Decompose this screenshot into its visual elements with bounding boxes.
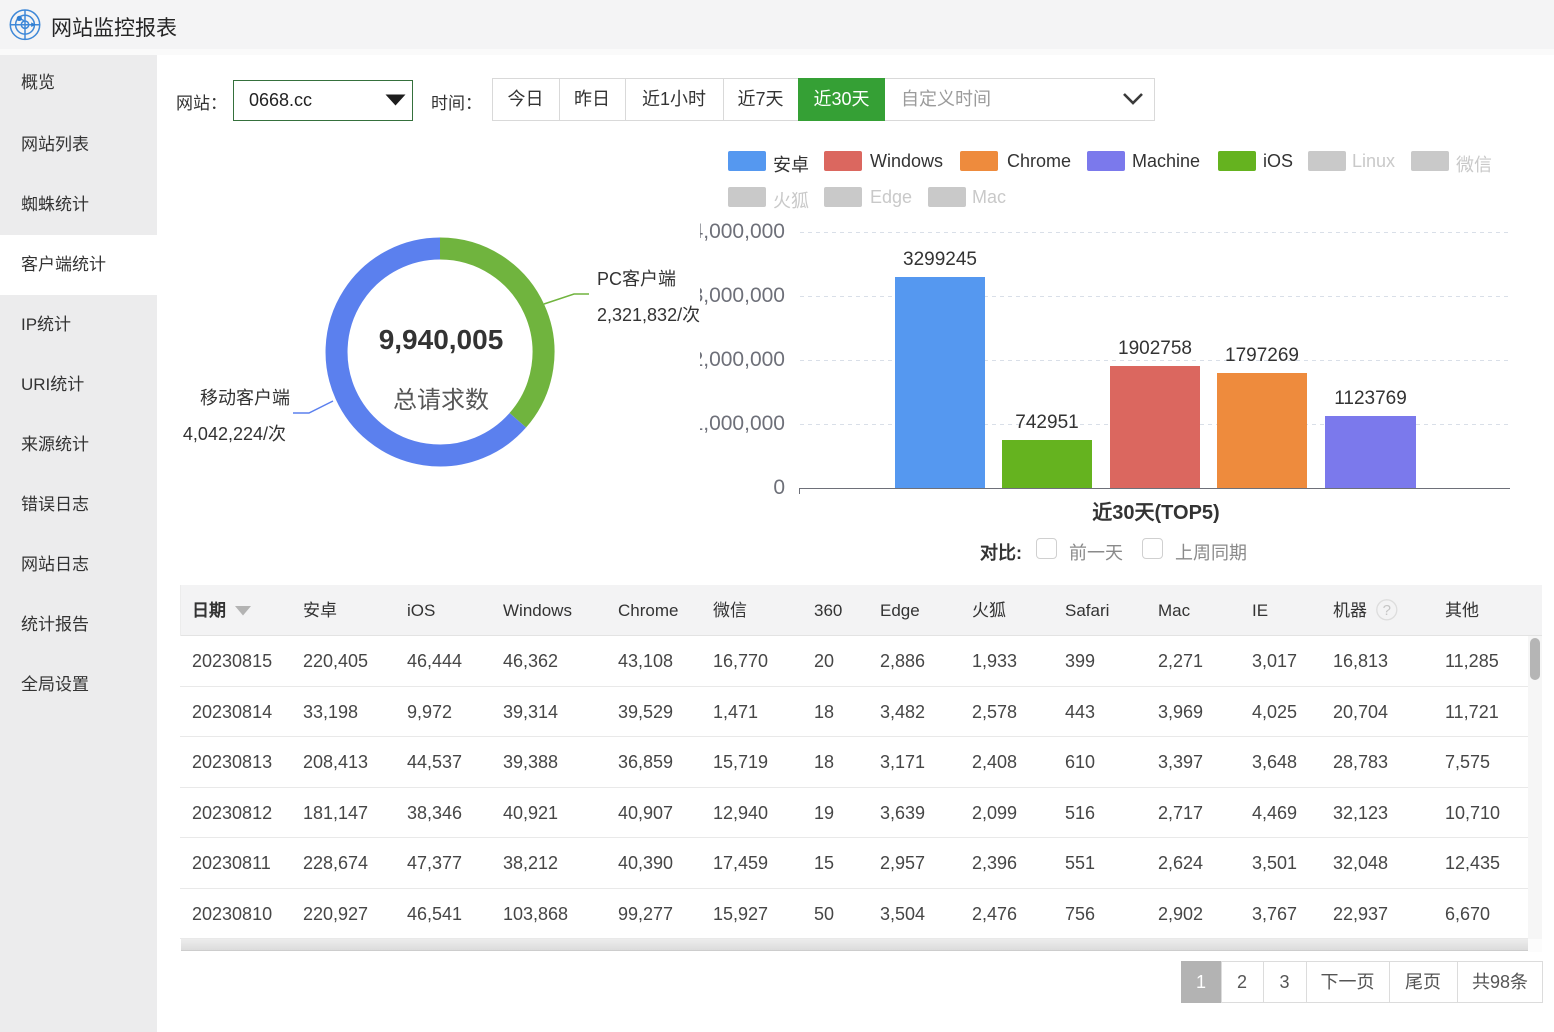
svg-text:?: ? (1383, 602, 1391, 619)
